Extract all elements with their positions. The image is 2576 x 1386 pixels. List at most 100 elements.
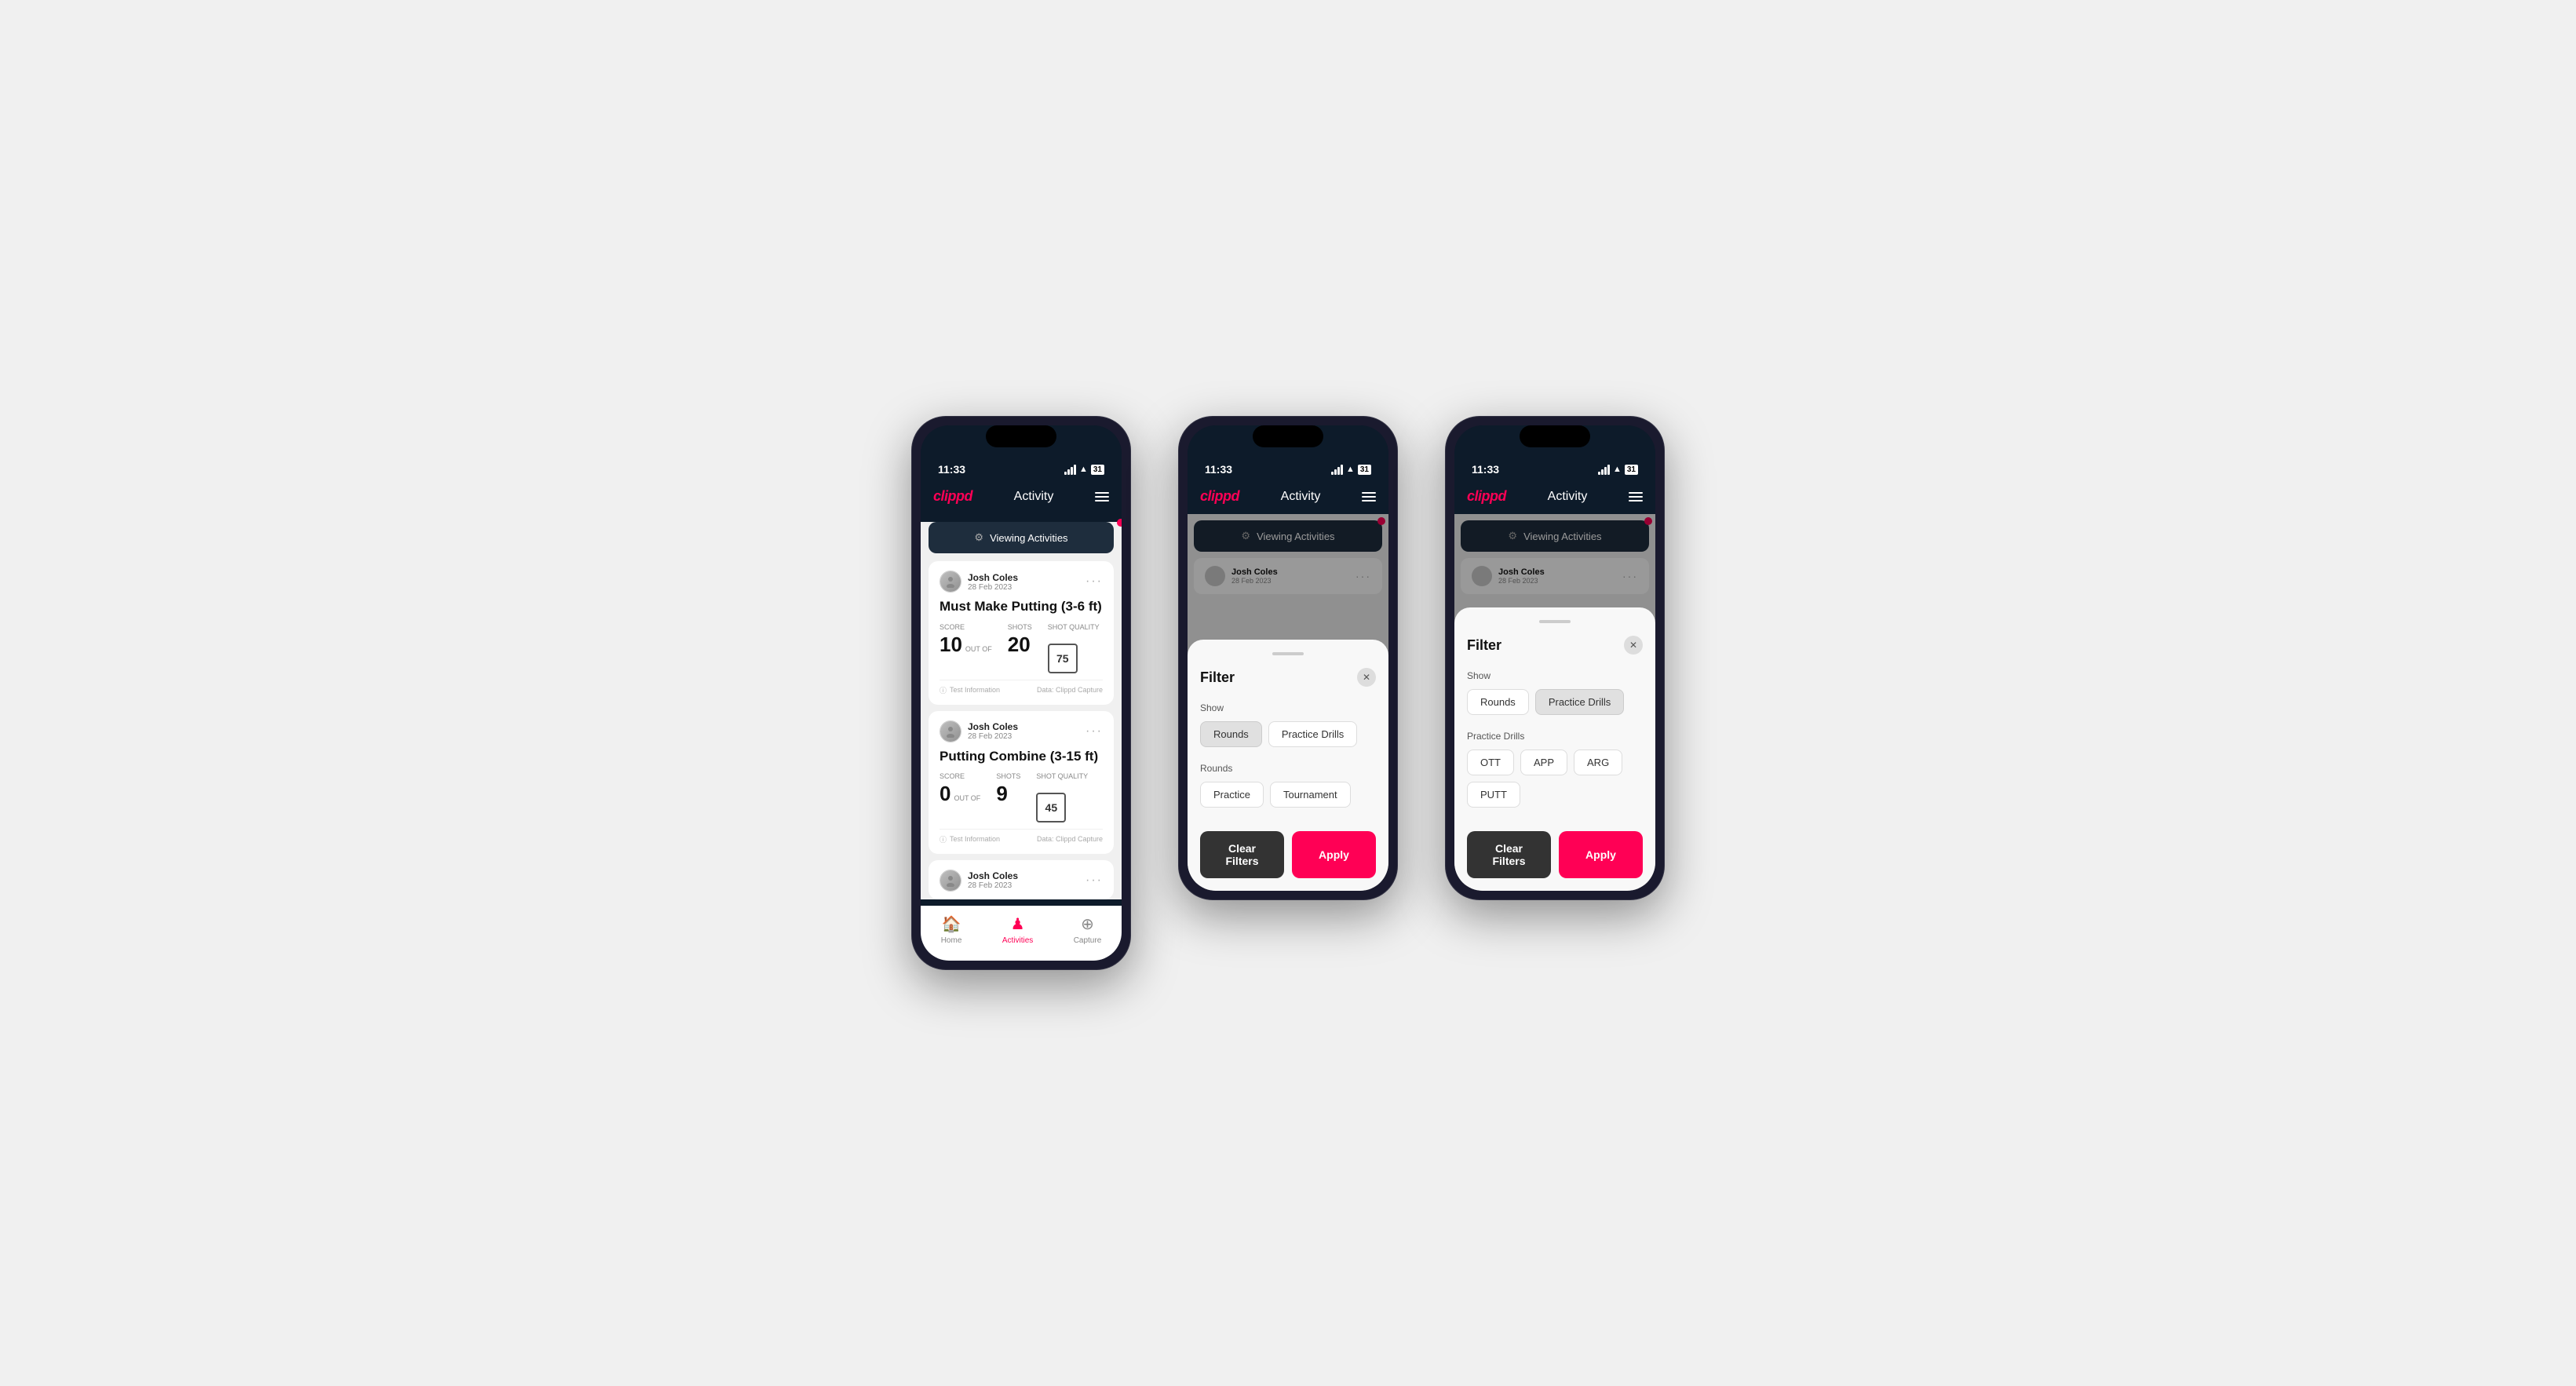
ott-button[interactable]: OTT xyxy=(1467,750,1514,775)
test-info-text-2: Test Information xyxy=(950,835,1000,843)
filter-rounds-section: Rounds Practice Tournament xyxy=(1200,763,1376,808)
nav-bar-3: clippd Activity xyxy=(1454,482,1655,514)
quality-badge: 75 xyxy=(1048,644,1078,673)
status-icons-2: ▲ 31 xyxy=(1331,465,1371,475)
status-time: 11:33 xyxy=(938,463,965,476)
quality-label: Shot Quality xyxy=(1048,623,1100,631)
app-logo: clippd xyxy=(933,488,972,505)
shots-value: 20 xyxy=(1008,633,1032,657)
status-icons: ▲ 31 xyxy=(1064,465,1104,475)
score-group: Score 10 OUT OF xyxy=(940,623,992,657)
activity-card-2: Josh Coles 28 Feb 2023 ··· Putting Combi… xyxy=(929,711,1114,854)
modal-handle xyxy=(1272,652,1304,655)
phone-1: 11:33 ▲ 31 clippd Activity xyxy=(911,416,1131,970)
test-info-2: ⓘ Test Information xyxy=(940,834,1000,844)
practice-drills-show-button-3[interactable]: Practice Drills xyxy=(1535,689,1624,715)
dynamic-island xyxy=(986,425,1056,447)
modal-header: Filter ✕ xyxy=(1200,668,1376,687)
card-header: Josh Coles 28 Feb 2023 ··· xyxy=(940,571,1103,593)
score-value-2: 0 xyxy=(940,782,950,806)
more-options-3[interactable]: ··· xyxy=(1085,874,1103,888)
drills-section-label: Practice Drills xyxy=(1467,731,1643,742)
card-header-3: Josh Coles 28 Feb 2023 ··· xyxy=(940,870,1103,892)
user-info-3: Josh Coles 28 Feb 2023 xyxy=(940,870,1018,892)
hamburger-menu[interactable] xyxy=(1095,492,1109,502)
modal-title-3: Filter xyxy=(1467,637,1501,654)
clear-filters-button[interactable]: Clear Filters xyxy=(1200,831,1284,878)
apply-button[interactable]: Apply xyxy=(1292,831,1376,878)
test-info: ⓘ Test Information xyxy=(940,685,1000,695)
avatar-3 xyxy=(940,870,961,892)
phone-screen-3: 11:33 ▲ 31 clippd Activity xyxy=(1454,425,1655,891)
nav-home[interactable]: 🏠 Home xyxy=(941,914,962,945)
nav-capture-label: Capture xyxy=(1074,936,1102,945)
rounds-show-button-3[interactable]: Rounds xyxy=(1467,689,1529,715)
user-details-2: Josh Coles 28 Feb 2023 xyxy=(968,721,1018,741)
filter-show-section-3: Show Rounds Practice Drills xyxy=(1467,670,1643,715)
wifi-icon: ▲ xyxy=(1079,465,1088,474)
out-of-text-2: OUT OF xyxy=(954,794,980,802)
hamburger-menu-2[interactable] xyxy=(1362,492,1376,502)
score-label: Score xyxy=(940,623,992,631)
viewing-banner-text: Viewing Activities xyxy=(990,532,1067,544)
practice-rounds-button[interactable]: Practice xyxy=(1200,782,1264,808)
arg-button[interactable]: ARG xyxy=(1574,750,1622,775)
activities-icon: ♟ xyxy=(1011,914,1025,934)
filter-icon: ⚙ xyxy=(974,531,983,544)
viewing-activities-banner[interactable]: ⚙ Viewing Activities xyxy=(929,522,1114,553)
shots-label: Shots xyxy=(1008,623,1032,631)
nav-bar-2: clippd Activity xyxy=(1188,482,1388,514)
battery-icon: 31 xyxy=(1091,465,1104,475)
battery-icon-2: 31 xyxy=(1358,465,1371,475)
nav-activities-label: Activities xyxy=(1002,936,1033,945)
shots-group-2: Shots 9 xyxy=(996,772,1020,806)
drills-filter-buttons: OTT APP ARG PUTT xyxy=(1467,750,1643,808)
hamburger-menu-3[interactable] xyxy=(1629,492,1643,502)
dynamic-island-2 xyxy=(1253,425,1323,447)
putt-button[interactable]: PUTT xyxy=(1467,782,1520,808)
show-label-3: Show xyxy=(1467,670,1643,681)
signal-icon xyxy=(1064,465,1076,475)
user-details-3: Josh Coles 28 Feb 2023 xyxy=(968,870,1018,890)
status-time-2: 11:33 xyxy=(1205,463,1232,476)
activity-title-2: Putting Combine (3-15 ft) xyxy=(940,749,1103,764)
modal-overlay-bg-3: ⚙ Viewing Activities Josh Coles 28 Feb 2… xyxy=(1454,514,1655,891)
apply-button-3[interactable]: Apply xyxy=(1559,831,1643,878)
app-logo-2: clippd xyxy=(1200,488,1239,505)
activity-card-1: Josh Coles 28 Feb 2023 ··· Must Make Put… xyxy=(929,561,1114,704)
battery-icon-3: 31 xyxy=(1625,465,1638,475)
activity-card-3: Josh Coles 28 Feb 2023 ··· xyxy=(929,860,1114,899)
nav-activities[interactable]: ♟ Activities xyxy=(1002,914,1033,945)
modal-close-button-3[interactable]: ✕ xyxy=(1624,636,1643,655)
clear-filters-button-3[interactable]: Clear Filters xyxy=(1467,831,1551,878)
avatar xyxy=(940,571,961,593)
tournament-rounds-button[interactable]: Tournament xyxy=(1270,782,1351,808)
filter-modal-3: Filter ✕ Show Rounds Practice Drills Pra… xyxy=(1454,607,1655,891)
modal-close-button[interactable]: ✕ xyxy=(1357,668,1376,687)
nav-bar: clippd Activity xyxy=(921,482,1122,514)
score-label-2: Score xyxy=(940,772,980,780)
filter-show-section: Show Rounds Practice Drills xyxy=(1200,702,1376,747)
app-button[interactable]: APP xyxy=(1520,750,1567,775)
rounds-show-button[interactable]: Rounds xyxy=(1200,721,1262,747)
test-info-text: Test Information xyxy=(950,686,1000,694)
card-footer: ⓘ Test Information Data: Clippd Capture xyxy=(940,680,1103,695)
shots-value-2: 9 xyxy=(996,782,1020,806)
user-name-2: Josh Coles xyxy=(968,721,1018,732)
nav-capture[interactable]: ⊕ Capture xyxy=(1074,914,1102,945)
shots-label-2: Shots xyxy=(996,772,1020,780)
stats-row: Score 10 OUT OF Shots 20 Shot Quality xyxy=(940,623,1103,673)
more-options-2[interactable]: ··· xyxy=(1085,724,1103,739)
practice-drills-show-button[interactable]: Practice Drills xyxy=(1268,721,1357,747)
dynamic-island-3 xyxy=(1520,425,1590,447)
quality-group: Shot Quality 75 xyxy=(1048,623,1100,673)
quality-group-2: Shot Quality 45 xyxy=(1036,772,1088,822)
home-icon: 🏠 xyxy=(942,914,961,934)
filter-drills-section: Practice Drills OTT APP ARG PUTT xyxy=(1467,731,1643,808)
page-title-3: Activity xyxy=(1548,490,1588,504)
page-title: Activity xyxy=(1014,490,1054,504)
user-date-3: 28 Feb 2023 xyxy=(968,881,1018,890)
more-options[interactable]: ··· xyxy=(1085,574,1103,589)
capture-icon: ⊕ xyxy=(1081,914,1094,934)
wifi-icon-3: ▲ xyxy=(1613,465,1622,474)
